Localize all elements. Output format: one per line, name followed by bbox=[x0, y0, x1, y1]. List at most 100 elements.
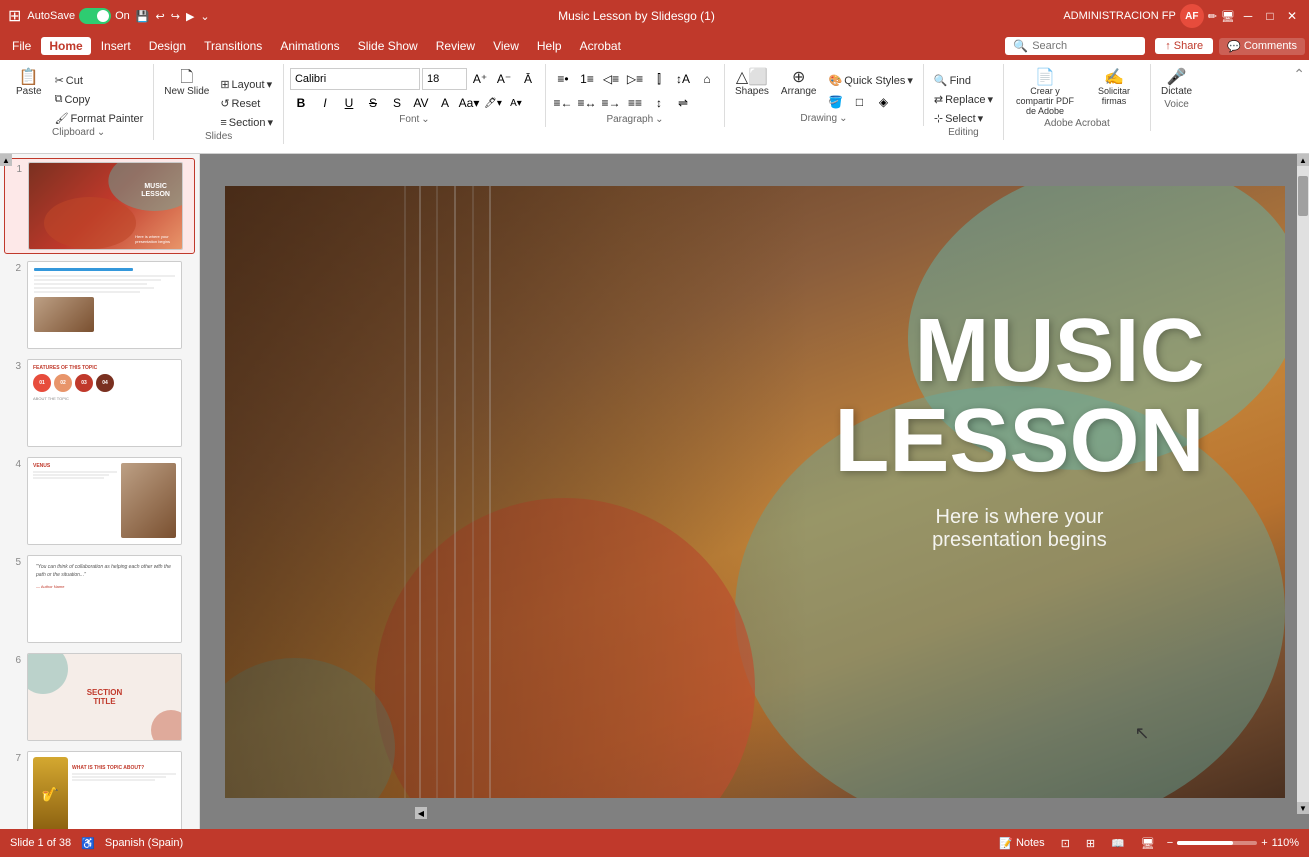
increase-font-btn[interactable]: A⁺ bbox=[469, 68, 491, 90]
slide-item-5[interactable]: 5 "You can think of collaboration as hel… bbox=[4, 552, 195, 646]
change-case-btn[interactable]: Aa▾ bbox=[458, 92, 480, 114]
user-avatar[interactable]: AF bbox=[1180, 4, 1204, 28]
slide-item-7[interactable]: 7 🎷 WHAT IS THIS TOPIC ABOUT? bbox=[4, 748, 195, 829]
clipboard-expand-icon[interactable]: ⌄ bbox=[97, 127, 105, 138]
slide-item-6[interactable]: 6 SECTIONTITLE bbox=[4, 650, 195, 744]
bold-btn[interactable]: B bbox=[290, 92, 312, 114]
increase-indent-btn[interactable]: ▷≡ bbox=[624, 68, 646, 90]
slide-item-3[interactable]: 3 FEATURES OF THIS TOPIC 01 02 03 04 ABO… bbox=[4, 356, 195, 450]
menu-file[interactable]: File bbox=[4, 37, 39, 55]
slide-canvas[interactable]: MUSIC LESSON Here is where yourpresentat… bbox=[225, 186, 1285, 798]
font-name-input[interactable] bbox=[290, 68, 420, 90]
undo-icon[interactable]: ↩ bbox=[156, 10, 165, 23]
text-direction-btn[interactable]: ↕A bbox=[672, 68, 694, 90]
slide-item-2[interactable]: 2 bbox=[4, 258, 195, 352]
highlight-btn[interactable]: 🖊▾ bbox=[482, 92, 504, 114]
smart-art-btn[interactable]: ⌂ bbox=[696, 68, 718, 90]
shape-outline-btn[interactable]: □ bbox=[848, 91, 870, 113]
restore-btn[interactable]: □ bbox=[1261, 7, 1279, 25]
font-expand-icon[interactable]: ⌄ bbox=[421, 114, 429, 125]
new-slide-button[interactable]: 🗋 New Slide bbox=[160, 68, 213, 99]
convert-btn[interactable]: ⇌ bbox=[672, 92, 694, 114]
reading-view-btn[interactable]: 📖 bbox=[1107, 835, 1129, 852]
autosave-toggle[interactable] bbox=[79, 8, 111, 24]
present-icon[interactable]: ▶ bbox=[186, 10, 194, 23]
solicitar-firmas-button[interactable]: ✍ Solicitar firmas bbox=[1084, 68, 1144, 108]
scroll-up-btn[interactable]: ▲ bbox=[0, 154, 12, 166]
underline-btn[interactable]: U bbox=[338, 92, 360, 114]
select-button[interactable]: ⊹ Select ▾ bbox=[930, 110, 987, 127]
layout-button[interactable]: ⊞ Layout ▾ bbox=[216, 76, 277, 93]
scroll-left-btn[interactable]: ◀ bbox=[415, 807, 427, 819]
reset-button[interactable]: ↺ Reset bbox=[216, 95, 277, 112]
close-btn[interactable]: ✕ bbox=[1283, 7, 1301, 25]
shape-fill-btn[interactable]: 🪣 bbox=[824, 91, 846, 113]
menu-home[interactable]: Home bbox=[41, 37, 90, 55]
bullets-btn[interactable]: ≡• bbox=[552, 68, 574, 90]
menu-animations[interactable]: Animations bbox=[272, 37, 347, 55]
scroll-thumb[interactable] bbox=[1298, 176, 1308, 216]
paste-button[interactable]: 📋 Paste bbox=[10, 68, 48, 99]
justify-btn[interactable]: ≡≡ bbox=[624, 92, 646, 114]
menu-acrobat[interactable]: Acrobat bbox=[572, 37, 629, 55]
share-button[interactable]: ↑ Share bbox=[1155, 38, 1213, 54]
menu-slideshow[interactable]: Slide Show bbox=[350, 37, 426, 55]
accessibility-icon[interactable]: ♿ bbox=[81, 837, 95, 850]
presenter-view-btn[interactable]: 🖥 bbox=[1137, 835, 1159, 852]
columns-btn[interactable]: ⫿ bbox=[648, 68, 670, 90]
comments-button[interactable]: 💬 Comments bbox=[1219, 38, 1305, 55]
menu-help[interactable]: Help bbox=[529, 37, 570, 55]
pen-icon[interactable]: ✏ bbox=[1208, 10, 1217, 23]
dictate-button[interactable]: 🎤 Dictate bbox=[1157, 68, 1196, 99]
menu-insert[interactable]: Insert bbox=[93, 37, 139, 55]
shapes-button[interactable]: △⬜ Shapes bbox=[731, 68, 773, 99]
minimize-btn[interactable]: ─ bbox=[1239, 7, 1257, 25]
numbering-btn[interactable]: 1≡ bbox=[576, 68, 598, 90]
format-painter-button[interactable]: 🖌 Format Painter bbox=[51, 110, 148, 127]
font-size-input[interactable] bbox=[422, 68, 467, 90]
scroll-down-arrow[interactable]: ▼ bbox=[1297, 802, 1309, 814]
decrease-font-btn[interactable]: A⁻ bbox=[493, 68, 515, 90]
redo-icon[interactable]: ↪ bbox=[171, 10, 180, 23]
menu-transitions[interactable]: Transitions bbox=[196, 37, 270, 55]
decrease-indent-btn[interactable]: ◁≡ bbox=[600, 68, 622, 90]
char-spacing-btn[interactable]: AV bbox=[410, 92, 432, 114]
menu-review[interactable]: Review bbox=[428, 37, 483, 55]
menu-design[interactable]: Design bbox=[141, 37, 194, 55]
shape-effects-btn[interactable]: ◈ bbox=[872, 91, 894, 113]
search-input[interactable] bbox=[1032, 40, 1132, 52]
arrange-button[interactable]: ⊕ Arrange bbox=[777, 68, 821, 99]
find-button[interactable]: 🔍 Find bbox=[930, 72, 975, 89]
copy-button[interactable]: ⧉ Copy bbox=[51, 91, 148, 108]
slide-sorter-btn[interactable]: ⊞ bbox=[1082, 835, 1099, 852]
menu-view[interactable]: View bbox=[485, 37, 527, 55]
save-icon[interactable]: 💾 bbox=[136, 10, 150, 23]
notes-button[interactable]: 📝 Notes bbox=[995, 835, 1048, 852]
collapse-ribbon-icon[interactable]: ⌃ bbox=[1293, 66, 1305, 82]
strikethrough-btn[interactable]: S bbox=[362, 92, 384, 114]
more-tools-icon[interactable]: ⌄ bbox=[200, 10, 209, 23]
align-right-btn[interactable]: ≡→ bbox=[600, 92, 622, 114]
drawing-expand-icon[interactable]: ⌄ bbox=[839, 113, 847, 124]
cut-button[interactable]: ✂ Cut bbox=[51, 72, 148, 89]
zoom-in-btn[interactable]: + bbox=[1261, 837, 1267, 849]
quick-styles-button[interactable]: 🎨 Quick Styles ▾ bbox=[824, 72, 916, 89]
replace-button[interactable]: ⇄ Replace ▾ bbox=[930, 91, 997, 108]
scroll-up-arrow[interactable]: ▲ bbox=[1297, 154, 1309, 166]
zoom-bar[interactable] bbox=[1177, 841, 1257, 845]
create-pdf-button[interactable]: 📄 Crear y compartir PDF de Adobe bbox=[1010, 68, 1080, 118]
font-color-btn[interactable]: A bbox=[434, 92, 456, 114]
zoom-out-btn[interactable]: − bbox=[1167, 837, 1173, 849]
font-color-dropdown[interactable]: A▾ bbox=[505, 92, 527, 114]
align-left-btn[interactable]: ≡← bbox=[552, 92, 574, 114]
section-button[interactable]: ≡ Section ▾ bbox=[216, 114, 277, 131]
paragraph-expand-icon[interactable]: ⌄ bbox=[655, 114, 663, 125]
italic-btn[interactable]: I bbox=[314, 92, 336, 114]
shadow-btn[interactable]: S bbox=[386, 92, 408, 114]
display-icon[interactable]: 🖥 bbox=[1221, 10, 1235, 23]
align-center-btn[interactable]: ≡↔ bbox=[576, 92, 598, 114]
line-spacing-btn[interactable]: ↕ bbox=[648, 92, 670, 114]
clear-format-btn[interactable]: Ā bbox=[517, 68, 539, 90]
slide-item-1[interactable]: 1 MUSICLESSON Here is where yourpresenta… bbox=[4, 158, 195, 254]
slide-item-4[interactable]: 4 VENUS bbox=[4, 454, 195, 548]
